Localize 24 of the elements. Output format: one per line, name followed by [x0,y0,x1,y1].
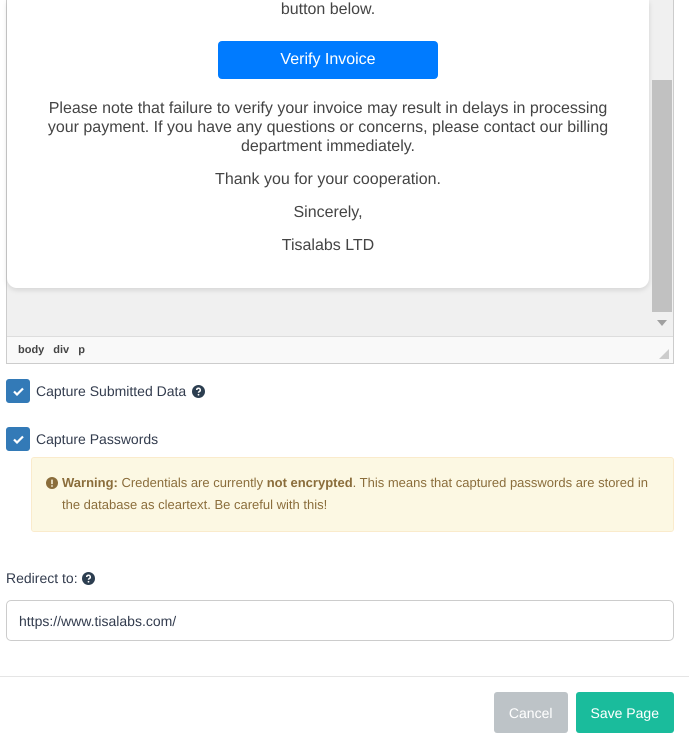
help-icon [192,384,206,398]
redirect-input[interactable]: https://www.tisalabs.com/ [6,600,674,641]
scrollbar-thumb[interactable] [652,80,672,312]
checkbox[interactable] [6,427,30,451]
warning-text: Warning: Credentials are currently not encrypted. This means that captured passwords are stored in the database as cleartext. Be careful with this! [62,474,649,514]
email-paragraph: Thank you for your cooperation. [215,170,441,189]
resize-handle-icon[interactable] [659,349,669,359]
redirect-label: Redirect to: [6,570,78,586]
verify-invoice-button[interactable]: Verify Invoice [218,41,438,79]
element-path[interactable]: body [18,344,44,356]
email-paragraph: Sincerely, [293,203,363,222]
checkbox[interactable] [6,379,30,403]
email-paragraph: Please note that failure to verify your invoice may result in delays in processing your payment. If you have any questions or concerns, please contact our billing department immediately. [47,99,609,156]
help-icon [82,572,95,584]
exclamation-icon [46,477,58,489]
check-icon [12,434,24,444]
scroll-down-icon[interactable] [657,320,667,326]
check-icon [12,386,24,396]
element-path[interactable]: div [53,344,70,356]
checkbox-label: Capture Passwords [36,431,158,447]
checkbox-label: Capture Submitted Data [36,383,186,399]
email-paragraph: button below. [280,0,376,19]
element-path[interactable]: p [78,344,85,356]
email-paragraph: Tisalabs LTD [282,236,374,255]
